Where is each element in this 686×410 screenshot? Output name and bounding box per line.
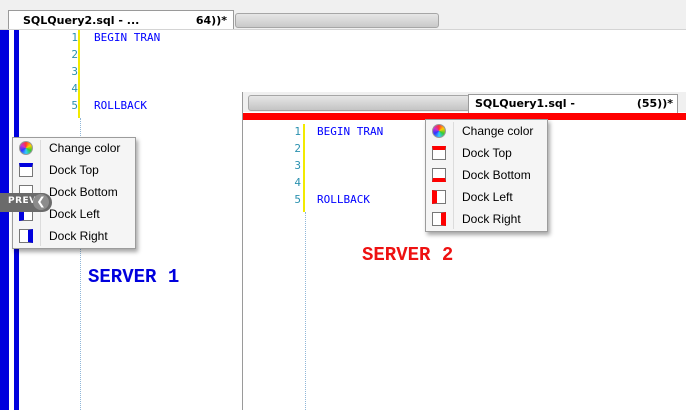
line-number: 5 — [71, 99, 78, 112]
color-wheel-icon — [432, 124, 446, 138]
menu-item-change-color[interactable]: Change color — [426, 121, 547, 143]
menu-item-label: Dock Top — [49, 163, 99, 177]
tab-sqlquery2[interactable]: SQLQuery2.sql - ... 64))* — [8, 10, 234, 30]
dock-right-icon — [432, 212, 446, 226]
change-marker — [303, 124, 305, 212]
line-number: 3 — [294, 159, 301, 172]
line-number: 5 — [294, 193, 301, 206]
dock-left-icon — [432, 190, 446, 204]
tab-suffix: (55))* — [636, 97, 673, 110]
menu-item-label: Dock Bottom — [462, 168, 531, 182]
code-line[interactable]: BEGIN TRAN — [317, 125, 383, 138]
line-number: 4 — [294, 176, 301, 189]
menu-item-label: Dock Bottom — [49, 185, 118, 199]
line-number: 3 — [71, 65, 78, 78]
menu-item-label: Change color — [462, 124, 534, 138]
server1-label: SERVER 1 — [88, 266, 180, 288]
menu-item-change-color[interactable]: Change color — [13, 138, 135, 160]
color-bar-left — [0, 30, 9, 410]
tab-title: SQLQuery1.sql - — [475, 97, 575, 110]
menu-item-label: Dock Left — [49, 207, 100, 221]
color-wheel-icon — [19, 141, 33, 155]
dock-top-icon — [432, 146, 446, 160]
dotted-guide — [305, 212, 306, 410]
menu-item-dock-right[interactable]: Dock Right — [13, 226, 135, 248]
menu-item-dock-top[interactable]: Dock Top — [13, 160, 135, 182]
code-line[interactable]: ROLLBACK — [317, 193, 370, 206]
code-line[interactable]: BEGIN TRAN — [94, 31, 160, 44]
line-number: 1 — [71, 31, 78, 44]
dock-right-icon — [19, 229, 33, 243]
menu-item-label: Dock Top — [462, 146, 512, 160]
change-marker — [78, 30, 80, 118]
tab-sqlquery1[interactable]: SQLQuery1.sql - (55))* — [468, 94, 678, 113]
menu-item-label: Dock Right — [462, 212, 521, 226]
tab-title: SQLQuery2.sql - ... — [23, 14, 140, 27]
tab-suffix: 64))* — [195, 14, 227, 27]
menu-item-dock-top[interactable]: Dock Top — [426, 143, 547, 165]
tab-inactive[interactable] — [235, 13, 439, 28]
line-number: 2 — [294, 142, 301, 155]
menu-item-label: Dock Left — [462, 190, 513, 204]
prev-button[interactable]: PREV ❮ — [0, 193, 52, 212]
menu-item-dock-right[interactable]: Dock Right — [426, 209, 547, 231]
line-number: 2 — [71, 48, 78, 61]
menu-item-label: Dock Right — [49, 229, 108, 243]
server2-label: SERVER 2 — [362, 244, 454, 266]
menu-item-dock-left[interactable]: Dock Left — [426, 187, 547, 209]
tab-inactive[interactable] — [248, 95, 470, 111]
chevron-left-icon: ❮ — [33, 194, 49, 210]
menu-item-label: Change color — [49, 141, 121, 155]
context-menu-server2: Change color Dock Top Dock Bottom Dock L… — [425, 119, 548, 232]
line-number: 1 — [294, 125, 301, 138]
dock-bottom-icon — [432, 168, 446, 182]
code-line[interactable]: ROLLBACK — [94, 99, 147, 112]
dock-top-icon — [19, 163, 33, 177]
menu-item-dock-bottom[interactable]: Dock Bottom — [426, 165, 547, 187]
line-number: 4 — [71, 82, 78, 95]
